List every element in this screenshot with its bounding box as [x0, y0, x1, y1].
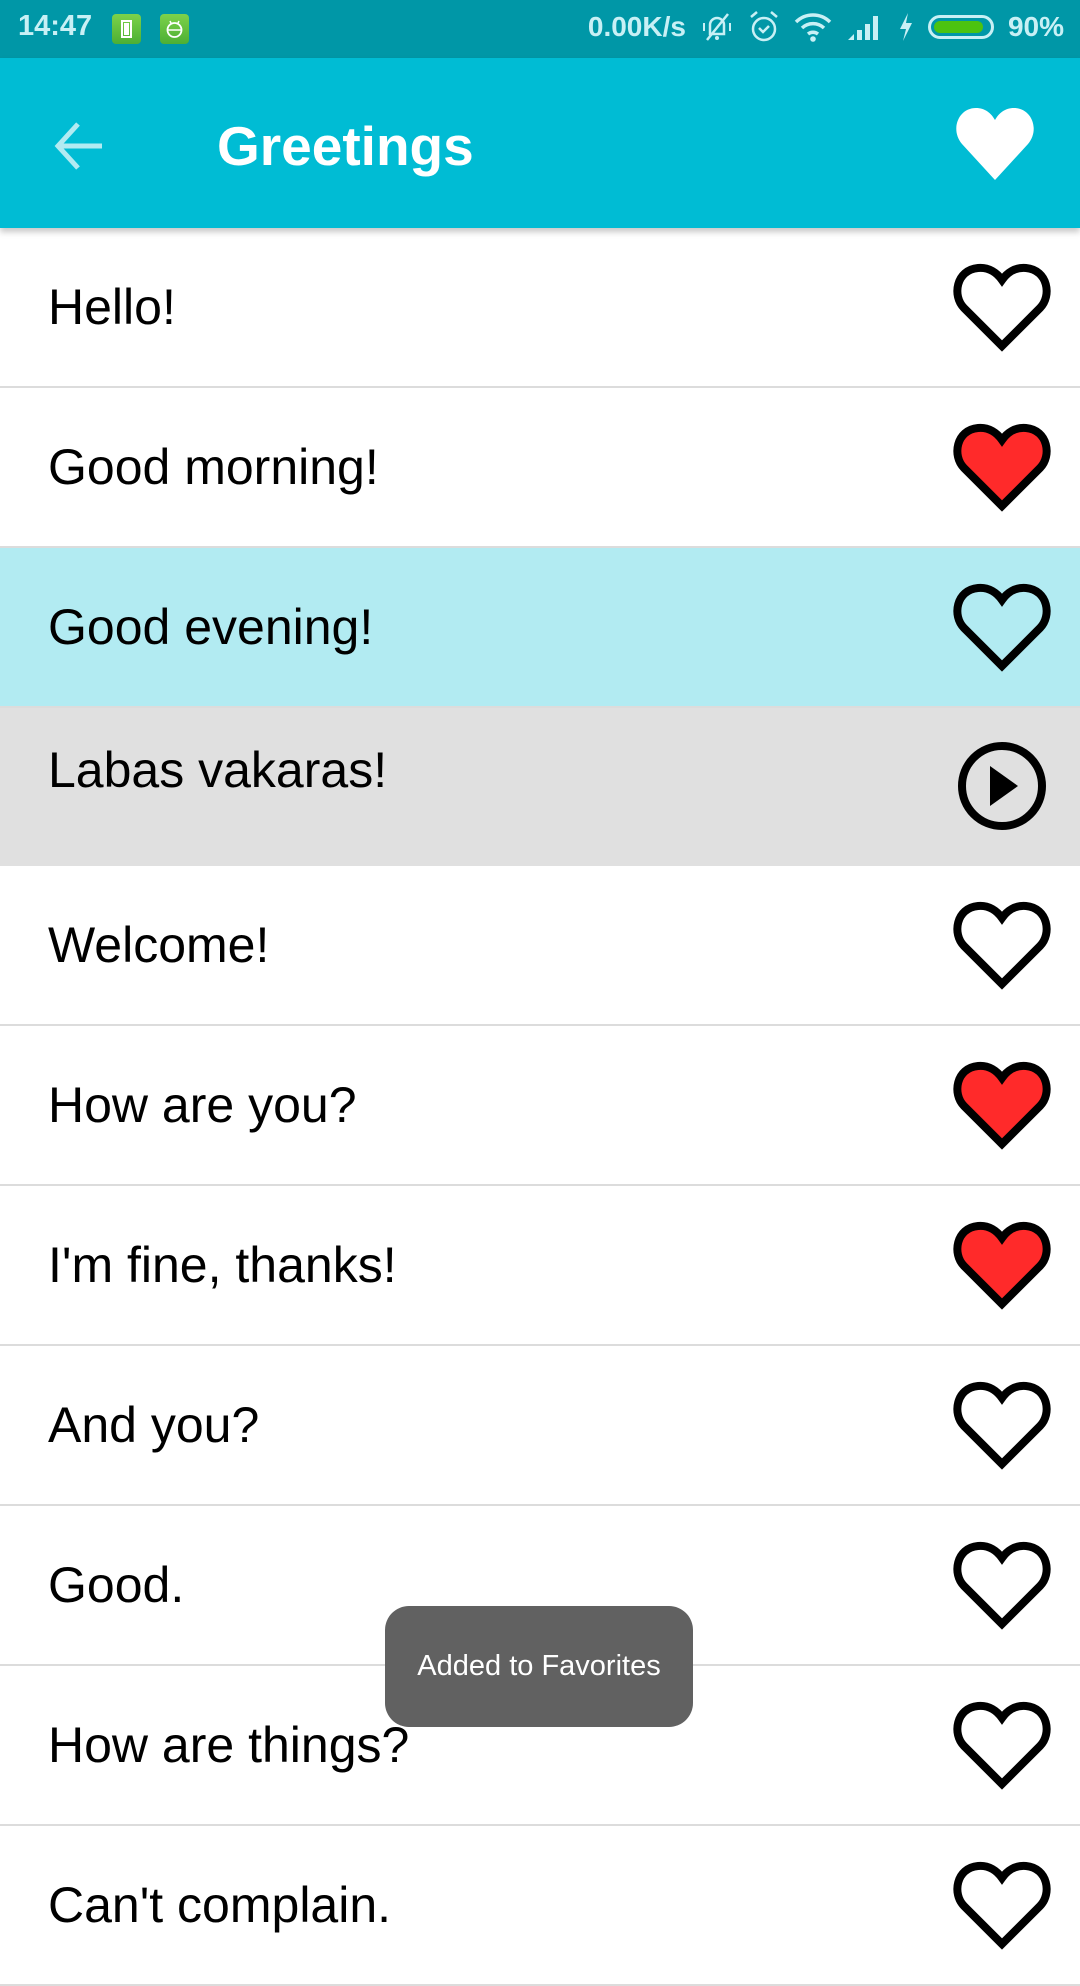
phrase-text: I'm fine, thanks!	[48, 1237, 397, 1293]
back-button[interactable]	[50, 116, 110, 176]
favorite-button[interactable]	[950, 1536, 1054, 1632]
heart-outline-icon	[953, 1861, 1051, 1950]
unfavorite-button[interactable]	[950, 1216, 1054, 1312]
status-bar: 14:47 0.00K/s 90%	[0, 0, 1080, 58]
alarm-icon	[750, 11, 778, 42]
network-speed: 0.00K/s	[587, 11, 686, 42]
heart-outline-icon	[953, 1541, 1051, 1630]
battery-saver-icon	[112, 14, 141, 44]
phrase-text: Good morning!	[48, 439, 379, 495]
signal-icon	[847, 16, 878, 40]
phrase-row[interactable]: Welcome!	[0, 866, 1080, 1026]
favorite-button[interactable]	[950, 578, 1054, 674]
toast: Added to Favorites	[385, 1606, 693, 1727]
phrase-row[interactable]: Can't complain.	[0, 1826, 1080, 1986]
favorite-button[interactable]	[950, 1376, 1054, 1472]
phrase-text: Can't complain.	[48, 1877, 392, 1933]
favorite-button[interactable]	[950, 258, 1054, 354]
unfavorite-button[interactable]	[950, 418, 1054, 514]
favorite-button[interactable]	[950, 1696, 1054, 1792]
phrase-row[interactable]: Good morning!	[0, 388, 1080, 548]
favorite-button[interactable]	[950, 896, 1054, 992]
unfavorite-button[interactable]	[950, 1056, 1054, 1152]
heart-filled-icon	[953, 1061, 1051, 1150]
battery-indicator	[927, 15, 994, 39]
heart-outline-icon	[953, 1381, 1051, 1470]
phrase-text: And you?	[48, 1397, 260, 1453]
phrase-text: Welcome!	[48, 917, 270, 973]
android-debug-icon	[160, 14, 189, 44]
phrase-row[interactable]: How are you?	[0, 1026, 1080, 1186]
wifi-icon	[794, 13, 832, 42]
phrase-row[interactable]: And you?	[0, 1346, 1080, 1506]
vibrate-silent-icon	[702, 13, 731, 41]
phrase-row[interactable]: I'm fine, thanks!	[0, 1186, 1080, 1346]
status-time: 14:47	[18, 10, 93, 42]
charging-icon	[899, 13, 912, 41]
phrase-text: Hello!	[48, 279, 176, 335]
phrase-text: How are things?	[48, 1717, 410, 1773]
favorite-button[interactable]	[950, 1856, 1054, 1952]
battery-percent: 90%	[1007, 11, 1064, 42]
arrow-left-icon	[54, 122, 102, 170]
phrase-text: Good evening!	[48, 599, 374, 655]
play-circle-icon	[958, 742, 1046, 830]
toast-message: Added to Favorites	[417, 1650, 661, 1682]
heart-outline-icon	[953, 583, 1051, 672]
phrase-text: How are you?	[48, 1077, 357, 1133]
status-right-group: 0.00K/s 90%	[588, 10, 1064, 44]
battery-fill	[933, 21, 983, 33]
favorites-button[interactable]	[952, 104, 1038, 184]
phrase-text: Good.	[48, 1557, 185, 1613]
phrase-text: Labas vakaras!	[48, 742, 388, 798]
heart-filled-icon	[956, 108, 1034, 180]
phrase-row[interactable]: Hello!	[0, 228, 1080, 388]
translation-row[interactable]: Labas vakaras!	[0, 708, 1080, 866]
play-button[interactable]	[950, 736, 1054, 832]
phrase-row[interactable]: Good evening!	[0, 548, 1080, 708]
heart-outline-icon	[953, 1701, 1051, 1790]
heart-filled-icon	[953, 423, 1051, 512]
heart-outline-icon	[953, 263, 1051, 352]
heart-filled-icon	[953, 1221, 1051, 1310]
heart-outline-icon	[953, 901, 1051, 990]
page-title: Greetings	[217, 115, 474, 177]
app-bar: Greetings	[0, 58, 1080, 228]
